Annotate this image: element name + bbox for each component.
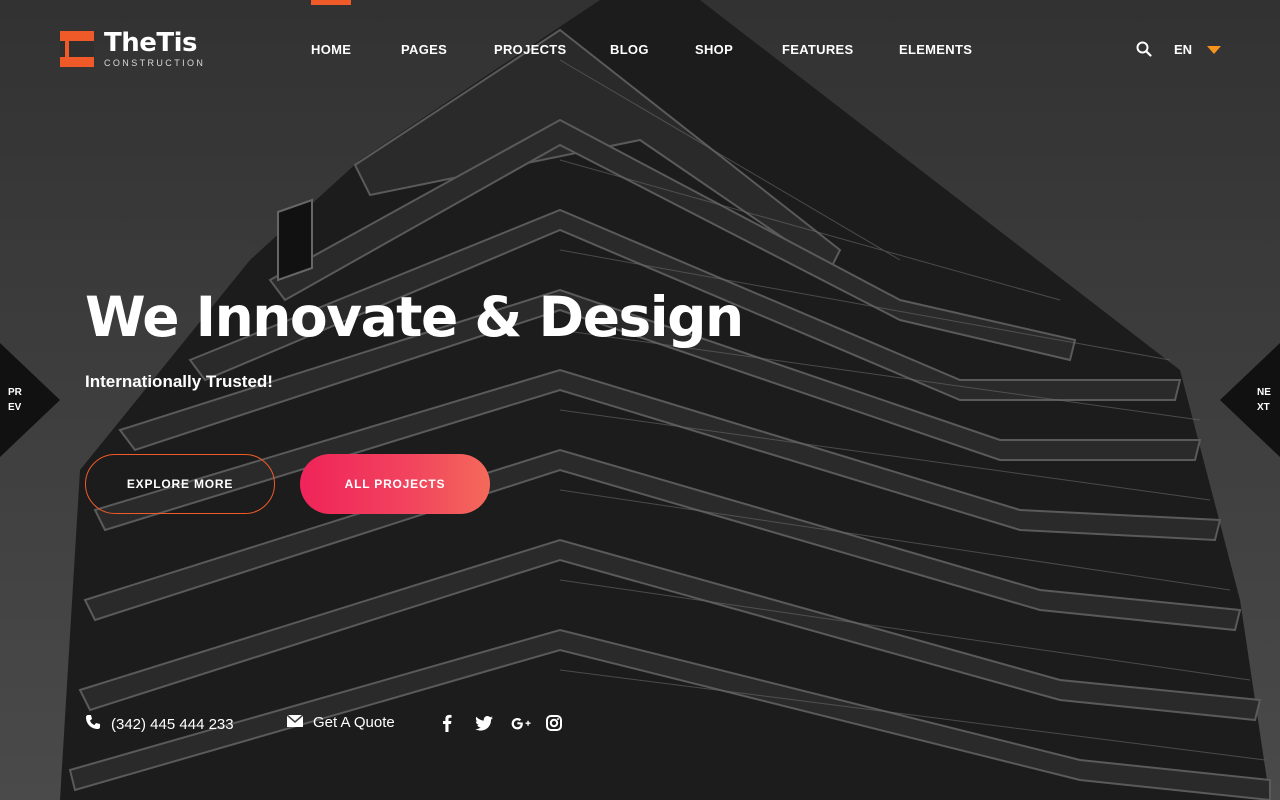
nav-projects[interactable]: PROJECTS: [494, 42, 566, 57]
get-quote-label: Get A Quote: [313, 714, 395, 731]
phone-icon: [85, 714, 101, 734]
hero-headline: We Innovate & Design: [85, 285, 744, 349]
facebook-icon[interactable]: [437, 714, 457, 732]
search-icon[interactable]: [1136, 41, 1152, 57]
site-header: TheTis CONSTRUCTION HOME PAGES PROJECTS …: [0, 0, 1280, 100]
hero-background: [0, 0, 1280, 800]
next-label-1: NE: [1257, 387, 1271, 398]
get-quote-link[interactable]: Get A Quote: [286, 714, 395, 731]
active-nav-indicator: [311, 0, 351, 5]
next-slide-button[interactable]: NE XT: [1220, 343, 1280, 457]
brand-name: TheTis: [104, 28, 198, 58]
brand-tagline: CONSTRUCTION: [104, 58, 206, 68]
nav-home[interactable]: HOME: [311, 42, 351, 57]
all-projects-button[interactable]: ALL PROJECTS: [300, 454, 490, 514]
nav-blog[interactable]: BLOG: [610, 42, 649, 57]
nav-pages[interactable]: PAGES: [401, 42, 447, 57]
phone-contact[interactable]: (342) 445 444 233: [85, 714, 234, 734]
envelope-icon: [286, 714, 304, 731]
nav-features[interactable]: FEATURES: [782, 42, 854, 57]
prev-label-1: PR: [8, 387, 22, 398]
next-label-2: XT: [1257, 402, 1270, 413]
brand-logo[interactable]: TheTis CONSTRUCTION: [60, 30, 205, 68]
phone-number: (342) 445 444 233: [111, 715, 234, 733]
language-selector[interactable]: EN: [1174, 42, 1192, 57]
language-dropdown-caret-icon[interactable]: [1207, 46, 1221, 54]
nav-elements[interactable]: ELEMENTS: [899, 42, 972, 57]
explore-more-button[interactable]: EXPLORE MORE: [85, 454, 275, 514]
instagram-icon[interactable]: [544, 714, 564, 732]
building-photo: [0, 0, 1280, 800]
nav-shop[interactable]: SHOP: [695, 42, 733, 57]
twitter-icon[interactable]: [474, 714, 494, 732]
prev-slide-button[interactable]: PR EV: [0, 343, 60, 457]
prev-label-2: EV: [8, 402, 22, 413]
google-plus-icon[interactable]: [511, 714, 531, 732]
hero-subline: Internationally Trusted!: [85, 372, 273, 391]
logo-mark-icon: [60, 31, 94, 67]
